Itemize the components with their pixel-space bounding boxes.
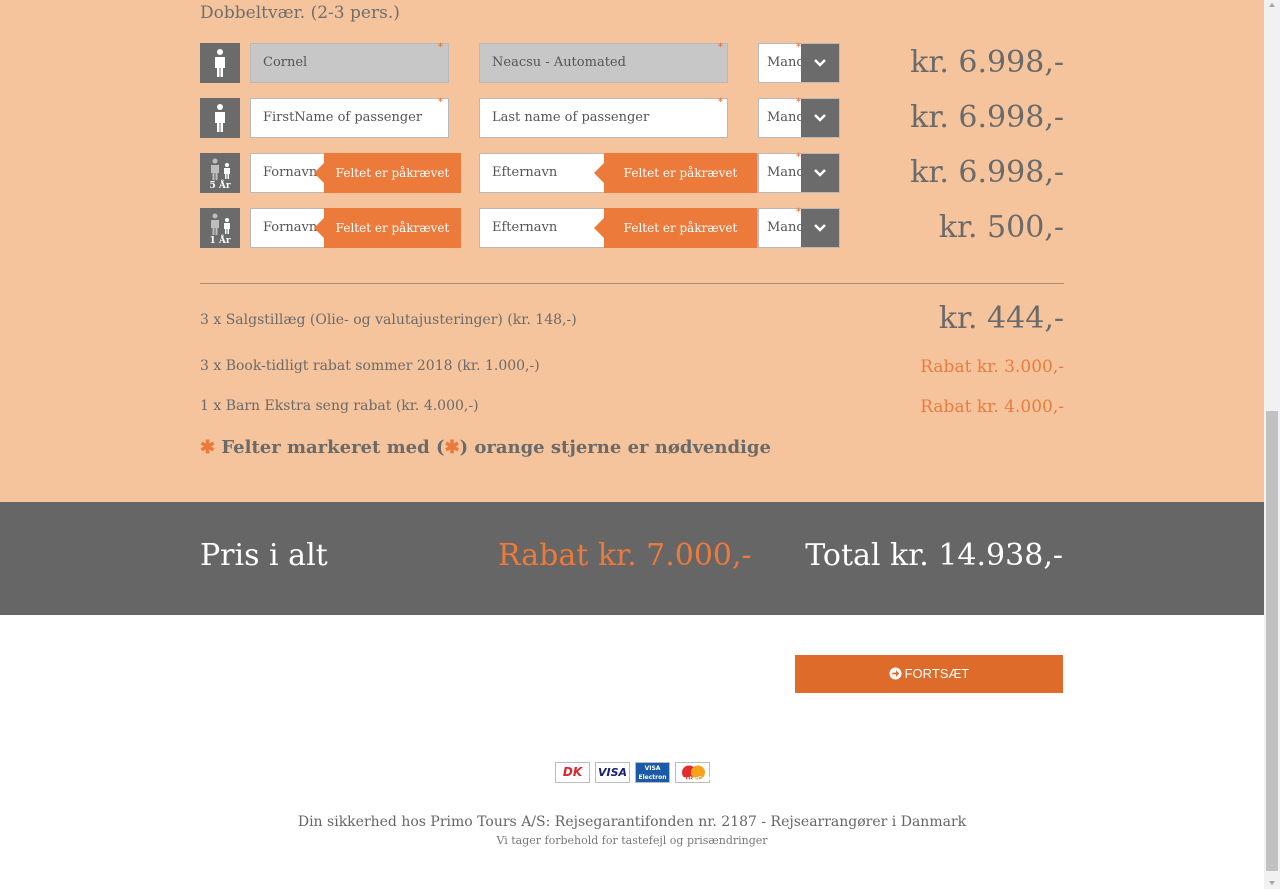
adult-icon: [200, 98, 240, 138]
passenger-price: kr. 6.998,-: [910, 100, 1064, 135]
child-age: 1 År: [209, 236, 231, 246]
chevron-down-icon[interactable]: [801, 209, 839, 247]
total-sum: Total kr. 14.938,-: [805, 538, 1063, 573]
total-discount: Rabat kr. 7.000,-: [498, 538, 752, 573]
required-note: ✱ Felter markeret med (✱) orange stjerne…: [200, 437, 771, 458]
fee-label: 3 x Salgstillæg (Olie- og valutajusterin…: [200, 312, 577, 328]
mastercard-logo: MasterCard: [675, 762, 711, 783]
scroll-down-arrow-icon[interactable]: [1269, 881, 1275, 885]
continue-button[interactable]: FORTSÆT: [795, 655, 1063, 693]
passenger-row: 5 År Fornavn Feltet er påkrævet Efternav…: [200, 153, 1064, 193]
fee-label: 1 x Barn Ekstra seng rabat (kr. 4.000,-): [200, 398, 479, 414]
fee-row: 3 x Salgstillæg (Olie- og valutajusterin…: [200, 301, 1064, 341]
required-star: *: [718, 97, 723, 108]
passenger-row: FirstName of passenger * Last name of pa…: [200, 98, 1064, 138]
room-title: Dobbeltvær. (2-3 pers.): [200, 3, 400, 23]
total-bar: Pris i alt Rabat kr. 7.000,- Total kr. 1…: [0, 502, 1264, 615]
visa-electron-logo: VISA Electron: [635, 762, 670, 783]
required-star: *: [438, 97, 443, 108]
asterisk-icon: ✱: [200, 437, 216, 458]
discount-value: Rabat kr. 4.000,-: [920, 397, 1064, 417]
asterisk-icon: ✱: [444, 437, 460, 458]
total-label: Pris i alt: [200, 538, 328, 573]
footer-guarantee: Din sikkerhed hos Primo Tours A/S: Rejse…: [297, 814, 967, 830]
first-name-field[interactable]: Cornel: [250, 43, 449, 83]
required-error: Feltet er påkrævet: [594, 153, 757, 193]
divider: [200, 283, 1064, 284]
required-error: Feltet er påkrævet: [314, 208, 461, 248]
fee-value: kr. 444,-: [938, 301, 1064, 336]
last-name-field[interactable]: Neacsu - Automated: [479, 43, 728, 83]
required-star: *: [718, 42, 723, 53]
fee-row: 1 x Barn Ekstra seng rabat (kr. 4.000,-)…: [200, 397, 1064, 437]
required-star: *: [796, 42, 801, 53]
required-star: *: [796, 207, 801, 218]
arrow-circle-right-icon: [889, 667, 902, 680]
required-star: *: [438, 42, 443, 53]
discount-value: Rabat kr. 3.000,-: [920, 357, 1064, 377]
fee-label: 3 x Book-tidligt rabat sommer 2018 (kr. …: [200, 358, 540, 374]
passenger-price: kr. 6.998,-: [910, 45, 1064, 80]
footer-disclaimer: Vi tager forbehold for tastefejl og pris…: [496, 834, 768, 847]
required-error: Feltet er påkrævet: [314, 153, 461, 193]
visa-logo: VISA: [595, 762, 630, 783]
scroll-up-arrow-icon[interactable]: [1269, 3, 1275, 7]
passenger-price: kr. 500,-: [938, 210, 1064, 245]
chevron-down-icon[interactable]: [801, 44, 839, 82]
first-name-field[interactable]: FirstName of passenger: [250, 98, 449, 138]
child-icon: 1 År: [200, 208, 240, 248]
fee-row: 3 x Book-tidligt rabat sommer 2018 (kr. …: [200, 357, 1064, 397]
child-age: 5 År: [209, 181, 231, 191]
passenger-row: Cornel * Neacsu - Automated * Mand * kr.…: [200, 43, 1064, 83]
required-star: *: [796, 152, 801, 163]
last-name-field[interactable]: Last name of passenger: [479, 98, 728, 138]
chevron-down-icon[interactable]: [801, 154, 839, 192]
adult-icon: [200, 43, 240, 83]
scrollbar[interactable]: [1264, 0, 1280, 889]
required-error: Feltet er påkrævet: [594, 208, 757, 248]
passenger-row: 1 År Fornavn Feltet er påkrævet Efternav…: [200, 208, 1064, 248]
dankort-logo: DK: [555, 762, 590, 783]
scrollbar-thumb[interactable]: [1266, 411, 1278, 871]
chevron-down-icon[interactable]: [801, 99, 839, 137]
required-star: *: [796, 97, 801, 108]
child-icon: 5 År: [200, 153, 240, 193]
passenger-price: kr. 6.998,-: [910, 155, 1064, 190]
